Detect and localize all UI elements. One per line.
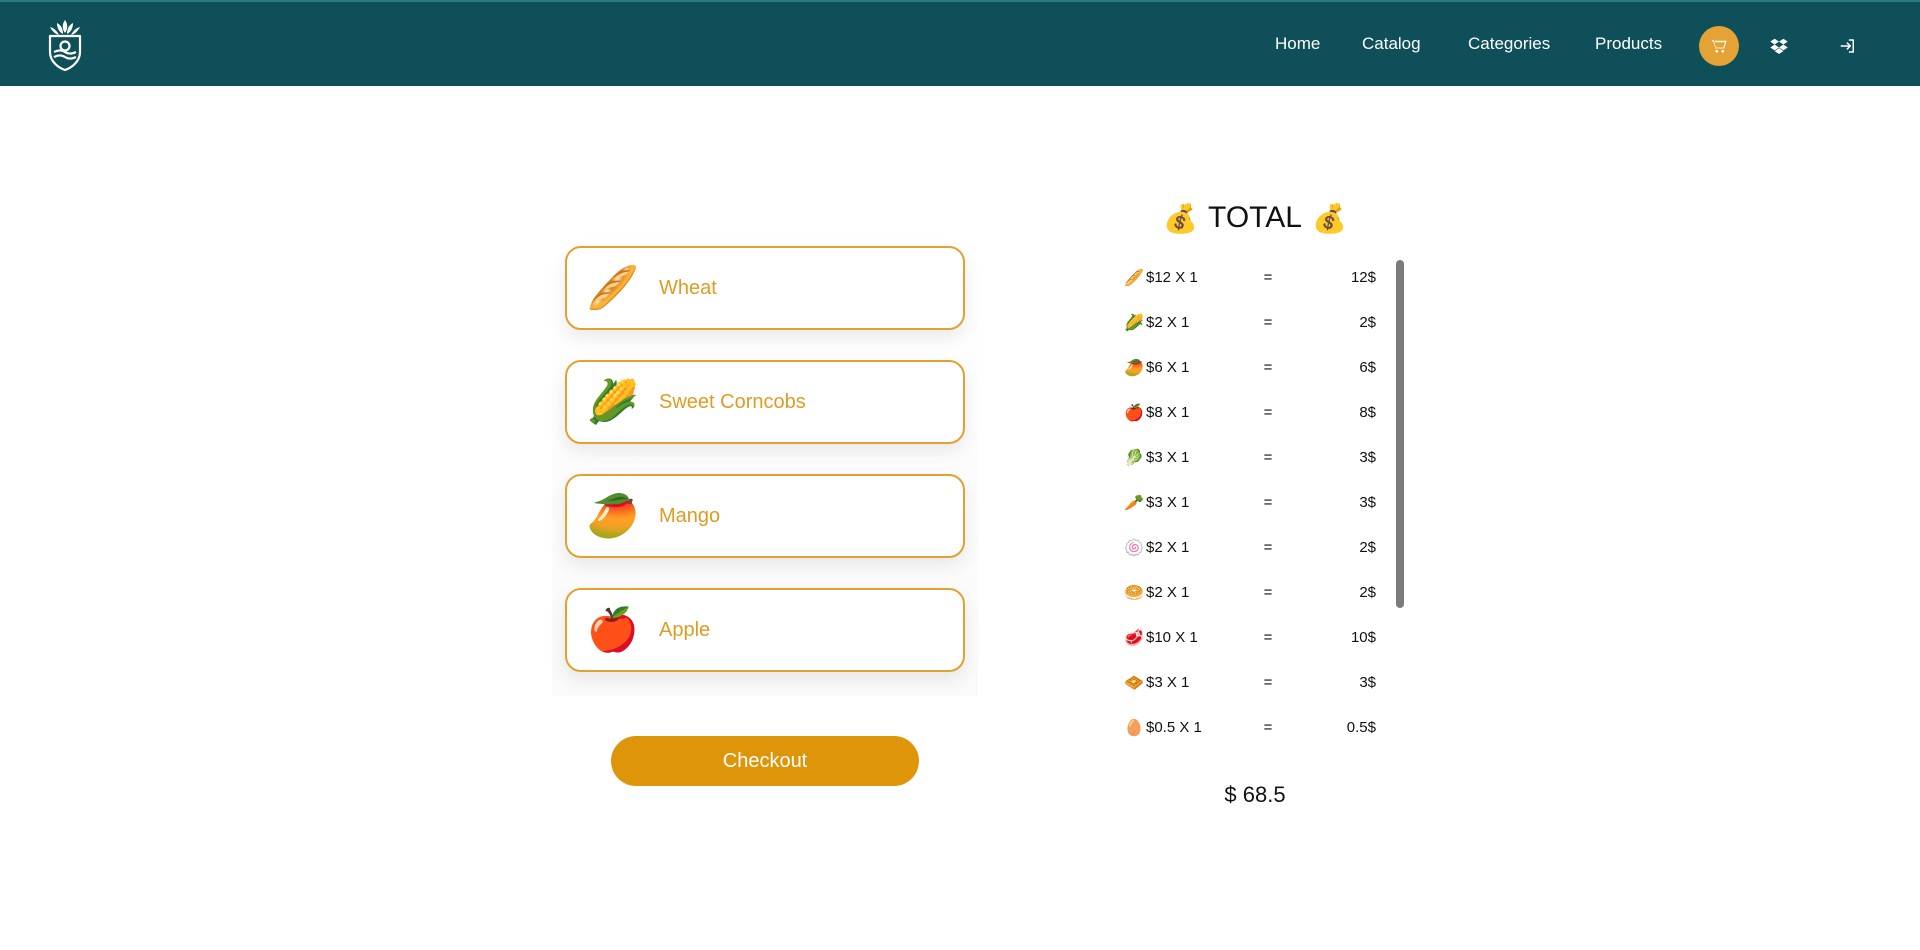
line-equals: = [1263, 628, 1273, 646]
line-equals: = [1263, 358, 1273, 376]
logout-button[interactable] [1834, 32, 1862, 60]
bagel-icon: 🥯 [1124, 582, 1144, 602]
line-result: 10$ [1350, 628, 1376, 646]
apple-icon: 🍎 [586, 605, 640, 654]
total-line-row: 🥚 $0.5 X 1 = 0.5$ [1124, 712, 1376, 742]
product-name: Mango [659, 504, 721, 527]
product-card-wheat[interactable]: 🥖 Wheat [565, 246, 965, 330]
line-result: 2$ [1359, 313, 1376, 331]
product-card-mango[interactable]: 🥭 Mango [565, 474, 965, 558]
line-equals: = [1263, 313, 1273, 331]
total-title-text: TOTAL [1208, 201, 1302, 234]
total-line-row: 🥖 $12 X 1 = 12$ [1124, 262, 1376, 292]
line-equals: = [1263, 268, 1273, 286]
product-card-apple[interactable]: 🍎 Apple [565, 588, 965, 672]
grand-total: $ 68.5 [1224, 782, 1286, 807]
line-result: 8$ [1359, 403, 1376, 421]
total-title: 💰 TOTAL 💰 [1160, 196, 1350, 240]
line-equals: = [1263, 448, 1273, 466]
line-result: 6$ [1359, 358, 1376, 376]
line-equals: = [1263, 403, 1273, 421]
product-name: Wheat [659, 276, 717, 299]
nav-catalog-link[interactable]: Catalog [1362, 34, 1421, 54]
fish-cake-icon: 🍥 [1124, 537, 1144, 557]
line-result: 3$ [1359, 673, 1376, 691]
line-price: $6 X 1 [1146, 358, 1190, 376]
line-price: $12 X 1 [1146, 268, 1198, 286]
line-equals: = [1263, 493, 1273, 511]
line-result: 0.5$ [1346, 718, 1376, 736]
line-price: $8 X 1 [1146, 403, 1190, 421]
total-line-row: 🥩 $10 X 1 = 10$ [1124, 622, 1376, 652]
dropbox-icon [1770, 38, 1788, 54]
brand-logo-icon[interactable] [44, 18, 86, 72]
cart-icon [1712, 40, 1727, 53]
corn-icon: 🌽 [1124, 312, 1144, 332]
bread-icon: 🥖 [1124, 267, 1144, 287]
total-line-row: 🧇 $3 X 1 = 3$ [1124, 667, 1376, 697]
product-name: Sweet Corncobs [659, 390, 806, 413]
total-line-row: 🥬 $3 X 1 = 3$ [1124, 442, 1376, 472]
line-price: $3 X 1 [1146, 448, 1190, 466]
line-equals: = [1263, 538, 1273, 556]
product-name: Apple [659, 618, 711, 641]
corn-icon: 🌽 [586, 377, 640, 426]
line-equals: = [1263, 673, 1273, 691]
dropbox-button[interactable] [1765, 32, 1793, 60]
total-line-row: 🥭 $6 X 1 = 6$ [1124, 352, 1376, 382]
egg-icon: 🥚 [1124, 717, 1144, 737]
line-price: $3 X 1 [1146, 673, 1190, 691]
nav-categories-link[interactable]: Categories [1468, 34, 1550, 54]
total-line-row: 🍎 $8 X 1 = 8$ [1124, 397, 1376, 427]
line-price: $2 X 1 [1146, 583, 1190, 601]
nav-home-link[interactable]: Home [1275, 34, 1320, 54]
top-navbar: Home Catalog Categories Products [0, 0, 1920, 86]
line-price: $10 X 1 [1146, 628, 1198, 646]
mango-icon: 🥭 [1124, 357, 1144, 377]
line-equals: = [1263, 583, 1273, 601]
total-scrollbar-thumb[interactable] [1396, 260, 1404, 608]
mango-icon: 🥭 [586, 491, 640, 540]
checkout-button[interactable]: Checkout [611, 736, 919, 786]
product-card-sweet-corncobs[interactable]: 🌽 Sweet Corncobs [565, 360, 965, 444]
line-price: $2 X 1 [1146, 538, 1190, 556]
line-price: $3 X 1 [1146, 493, 1190, 511]
total-line-row: 🥕 $3 X 1 = 3$ [1124, 487, 1376, 517]
waffle-icon: 🧇 [1124, 672, 1144, 692]
line-result: 2$ [1359, 583, 1376, 601]
money-bag-icon: 💰 [1311, 201, 1347, 235]
logout-icon [1840, 39, 1854, 53]
meat-icon: 🥩 [1124, 627, 1144, 647]
line-result: 2$ [1359, 538, 1376, 556]
line-result: 3$ [1359, 448, 1376, 466]
line-price: $2 X 1 [1146, 313, 1190, 331]
line-equals: = [1263, 718, 1273, 736]
bread-icon: 🥖 [586, 263, 640, 312]
total-line-row: 🍥 $2 X 1 = 2$ [1124, 532, 1376, 562]
money-bag-icon: 💰 [1163, 201, 1199, 235]
lettuce-icon: 🥬 [1124, 447, 1144, 467]
line-price: $0.5 X 1 [1146, 718, 1202, 736]
cart-products-panel: 🥖 Wheat 🌽 Sweet Corncobs 🥭 Mango 🍎 Apple [552, 238, 978, 696]
line-result: 12$ [1350, 268, 1376, 286]
total-line-row: 🌽 $2 X 1 = 2$ [1124, 307, 1376, 337]
carrot-icon: 🥕 [1124, 492, 1144, 512]
line-result: 3$ [1359, 493, 1376, 511]
apple-icon: 🍎 [1124, 402, 1144, 422]
total-lines: 🥖 $12 X 1 = 12$ 🌽 $2 X 1 = 2$ 🥭 $6 X 1 =… [1124, 262, 1384, 752]
nav-products-link[interactable]: Products [1595, 34, 1662, 54]
total-line-row: 🥯 $2 X 1 = 2$ [1124, 577, 1376, 607]
cart-button[interactable] [1699, 26, 1739, 66]
